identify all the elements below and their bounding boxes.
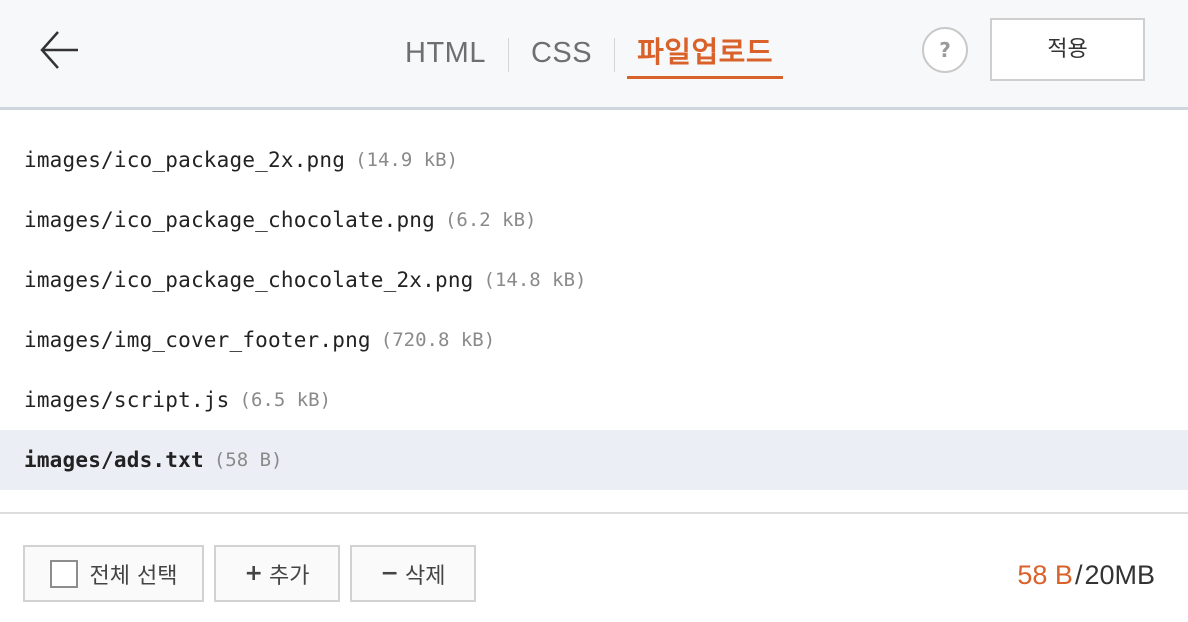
file-row[interactable]: images/ico_package_chocolate.png (6.2 kB…: [0, 190, 1188, 250]
back-button[interactable]: [38, 28, 82, 72]
tab-file-upload[interactable]: 파일업로드: [627, 32, 783, 79]
select-all-button[interactable]: 전체 선택: [23, 545, 204, 602]
tab-css[interactable]: CSS: [521, 32, 602, 78]
tab-divider: [614, 38, 616, 72]
file-size: (720.8 kB): [380, 329, 496, 351]
footer-divider: [0, 512, 1188, 514]
size-limit: 20MB: [1084, 560, 1155, 590]
add-label: 추가: [268, 563, 310, 589]
file-size: (6.5 kB): [239, 389, 332, 411]
help-button[interactable]: ?: [922, 27, 968, 73]
minus-icon: −: [380, 561, 399, 586]
select-all-label: 전체 선택: [89, 563, 178, 589]
file-name: images/img_cover_footer.png: [24, 328, 371, 352]
select-all-checkbox[interactable]: [49, 559, 78, 588]
add-file-button[interactable]: + 추가: [214, 545, 340, 602]
file-name: images/script.js: [24, 388, 230, 412]
file-row[interactable]: images/script.js (6.5 kB): [0, 370, 1188, 430]
used-size: 58 B: [1017, 560, 1073, 590]
file-name: images/ads.txt: [24, 448, 204, 472]
file-name: images/ico_package_2x.png: [24, 148, 346, 172]
header-bar: HTML CSS 파일업로드 ? 적용: [0, 0, 1188, 110]
file-row[interactable]: images/ico_package_2x.png (14.9 kB): [0, 130, 1188, 190]
file-name: images/ico_package_chocolate_2x.png: [24, 268, 474, 292]
file-size: (14.8 kB): [483, 269, 587, 291]
file-row[interactable]: images/ico_package_chocolate_2x.png (14.…: [0, 250, 1188, 310]
file-row[interactable]: images/img_cover_footer.png (720.8 kB): [0, 310, 1188, 370]
file-size: (14.9 kB): [355, 149, 459, 171]
delete-label: 삭제: [404, 563, 446, 589]
apply-button[interactable]: 적용: [990, 18, 1145, 81]
file-size: (6.2 kB): [444, 209, 537, 231]
delete-file-button[interactable]: − 삭제: [350, 545, 476, 602]
file-row-selected[interactable]: images/ads.txt (58 B): [0, 430, 1188, 490]
file-name: images/ico_package_chocolate.png: [24, 208, 435, 232]
file-list[interactable]: images/ico_package_2x.png (14.9 kB) imag…: [0, 110, 1188, 500]
plus-icon: +: [244, 561, 263, 586]
usage-separator: /: [1074, 560, 1083, 590]
tab-divider: [507, 38, 509, 72]
file-size: (58 B): [213, 449, 283, 471]
arrow-left-icon: [40, 31, 78, 69]
storage-usage: 58 B/20MB: [1017, 560, 1155, 591]
editor-tabs: HTML CSS 파일업로드: [395, 32, 783, 82]
tab-html[interactable]: HTML: [395, 32, 496, 78]
